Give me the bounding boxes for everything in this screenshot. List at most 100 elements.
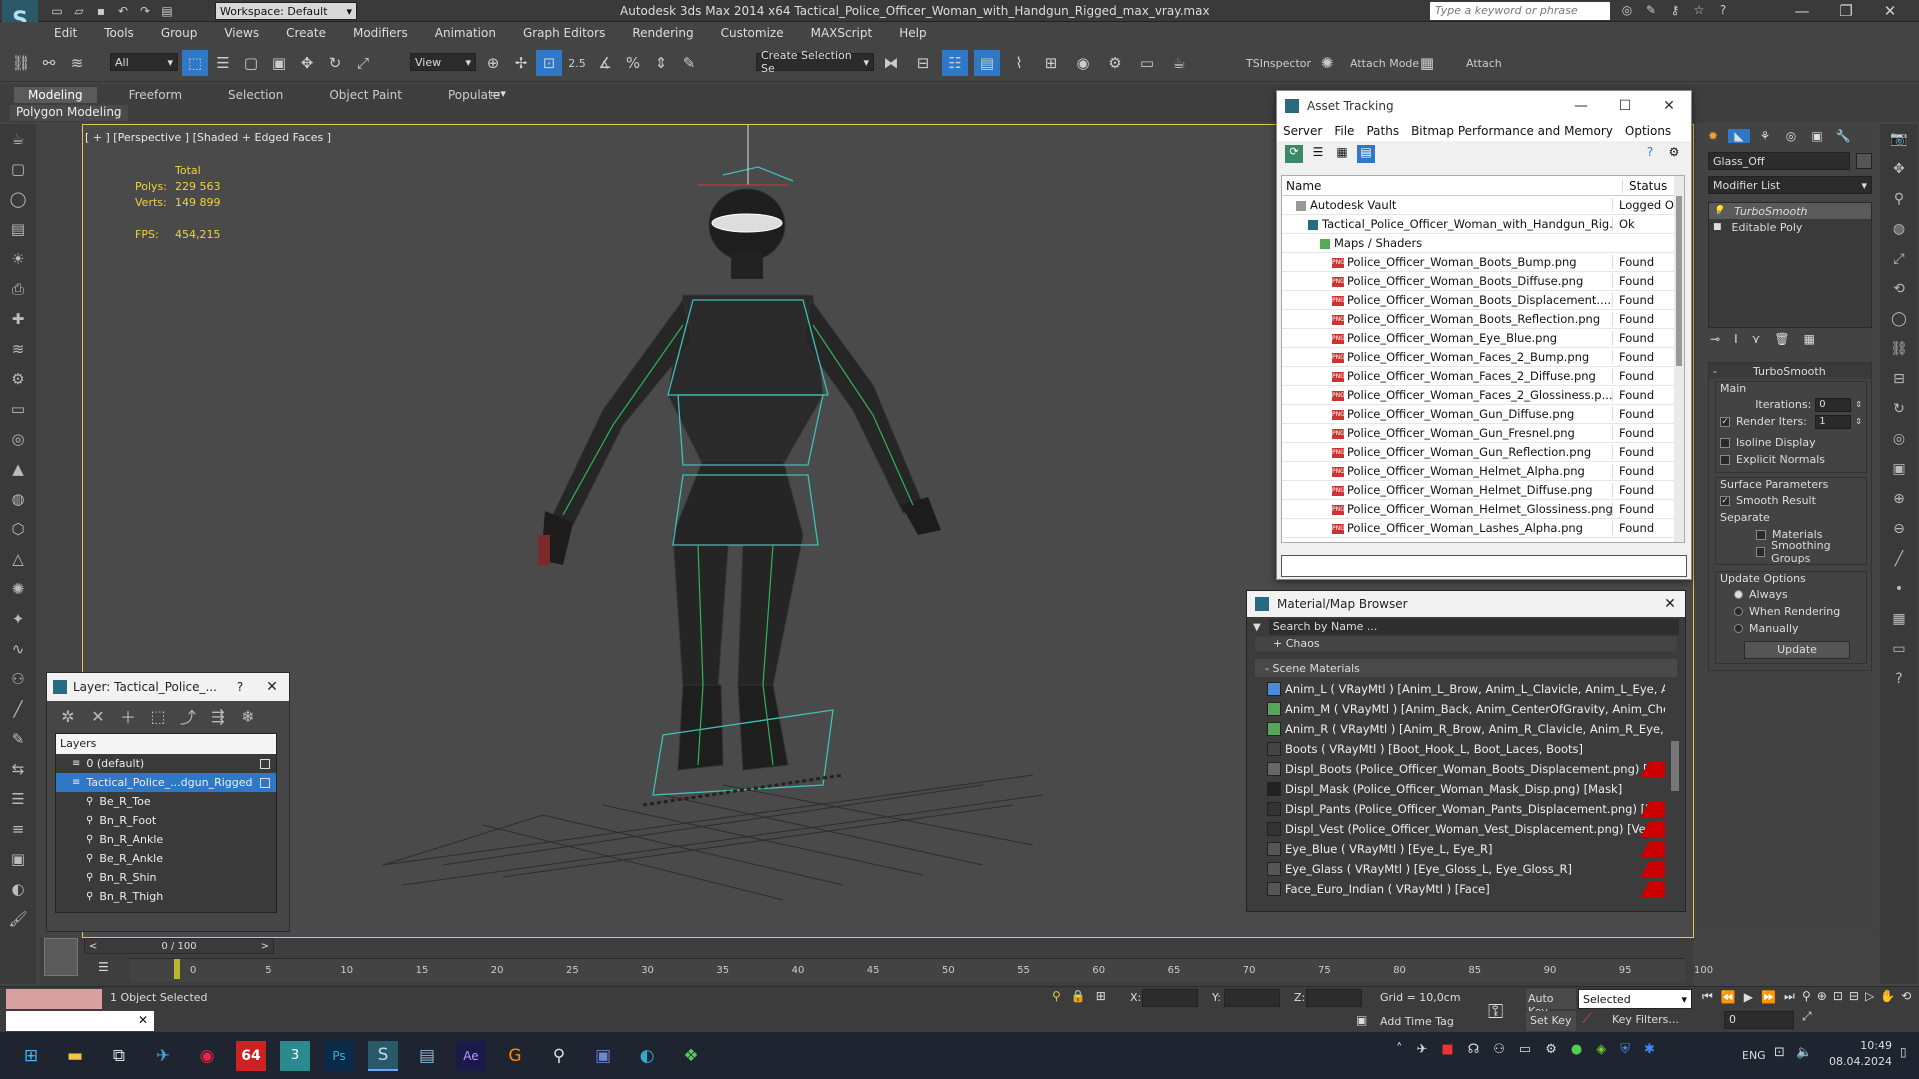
clock-time[interactable]: 10:49 (1826, 1038, 1892, 1054)
table-row[interactable]: Autodesk Vault Logged O (1282, 196, 1684, 215)
list-item[interactable]: Displ_Mask (Police_Officer_Woman_Mask_Di… (1261, 779, 1665, 799)
notepad-icon[interactable]: ▤ (412, 1041, 442, 1071)
remove-modifier-icon[interactable]: 🗑 (1774, 332, 1789, 346)
ribbon-tab-freeform[interactable]: Freeform (115, 87, 196, 103)
help-icon[interactable]: ? (1880, 664, 1918, 694)
manually-radio[interactable] (1734, 624, 1743, 633)
prev-frame-icon[interactable]: < (89, 941, 97, 952)
maximize-viewport-icon[interactable]: ⤢ (1802, 1009, 1812, 1024)
layer-row[interactable]: ⚲ Bn_R_Shin (56, 868, 276, 887)
z-coord-field[interactable] (1306, 989, 1362, 1007)
orbit-icon[interactable]: ⟲ (1901, 989, 1911, 1003)
camera-orbit-icon[interactable]: 📷 (1880, 124, 1918, 154)
windows-start-icon[interactable]: ⊞ (16, 1041, 46, 1071)
track-bar[interactable]: 0 5 10 15 20 25 30 35 40 45 50 55 60 65 70 75 80 85 90 95 10… (130, 958, 1713, 982)
network-icon[interactable]: ⊡ (1774, 1045, 1785, 1060)
table-row[interactable]: Maps / Shaders (1282, 234, 1684, 253)
table-row[interactable]: PNG Police_Officer_Woman_Eye_Blue.png Foun… (1282, 329, 1684, 348)
align-view-icon[interactable]: ⊟ (1880, 364, 1918, 394)
always-radio[interactable] (1734, 590, 1743, 599)
ribbon-tab-object-paint[interactable]: Object Paint (315, 87, 416, 103)
minimize-icon[interactable]: — (1780, 0, 1824, 22)
next-frame-icon[interactable]: > (261, 941, 269, 952)
chaos-group[interactable]: + Chaos (1255, 637, 1677, 651)
asset-menu-file[interactable]: File (1334, 124, 1354, 138)
table-row[interactable]: PNG Police_Officer_Woman_Gun_Fresnel.png F… (1282, 424, 1684, 443)
pyramid-tool-icon[interactable]: △ (0, 544, 36, 574)
lock-selection-icon[interactable]: 🔒 (1071, 989, 1086, 1003)
render-iters-checkbox[interactable]: ✓ (1720, 416, 1730, 427)
bulb-icon[interactable]: 💡 (1713, 206, 1724, 216)
select-by-name-icon[interactable]: ☰ (210, 50, 236, 76)
project-folder-icon[interactable]: ▤ (158, 2, 176, 20)
when-rendering-radio[interactable] (1734, 607, 1743, 616)
layer-row[interactable]: ⚲ Bn_R_Ankle (56, 830, 276, 849)
mini-listener[interactable] (44, 938, 78, 976)
notification-icon[interactable]: ▯ (1900, 1045, 1907, 1059)
menu-maxscript[interactable]: MAXScript (811, 26, 873, 40)
rendered-frame-icon[interactable]: ▭ (1134, 50, 1160, 76)
ribbon-tab-modeling[interactable]: Modeling (14, 87, 97, 103)
timeline-config-icon[interactable]: ☰ (98, 960, 109, 974)
face-icon[interactable]: ▣ (1880, 454, 1918, 484)
after-effects-icon[interactable]: Ae (456, 1040, 486, 1071)
undo-icon[interactable]: ↶ (114, 2, 132, 20)
ring-icon[interactable]: ◯ (1880, 304, 1918, 334)
layer-row[interactable]: ⚲ Be_R_Toe (56, 792, 276, 811)
tray-headset-icon[interactable]: ☊ (1468, 1042, 1480, 1057)
named-selection-dropdown[interactable]: Create Selection Se ▾ (756, 49, 874, 75)
x-coord-field[interactable] (1142, 989, 1198, 1007)
sphere-tool-icon[interactable]: ◯ (0, 184, 36, 214)
zoom-extents-icon[interactable]: ⊡ (1833, 989, 1843, 1003)
list-item[interactable]: Displ_Boots (Police_Officer_Woman_Boots_… (1261, 759, 1665, 779)
reference-coord-dropdown[interactable]: View ▾ (410, 53, 476, 71)
tools-icon[interactable]: ✎ (1642, 1, 1660, 19)
table-view-icon[interactable]: ▦ (1333, 145, 1351, 163)
task-view-icon[interactable]: ⧉ (104, 1041, 134, 1071)
object-name-field[interactable]: Glass_Off (1708, 152, 1850, 170)
update-button[interactable]: Update (1744, 641, 1850, 659)
scene-tool-icon[interactable]: ☰ (0, 784, 36, 814)
scene-materials-header[interactable]: - Scene Materials (1255, 659, 1677, 677)
object-color-swatch[interactable] (1856, 153, 1872, 169)
bind-spacewarp-icon[interactable]: ≋ (64, 50, 90, 76)
table-row[interactable]: PNG Police_Officer_Woman_Gun_Reflection.p… (1282, 443, 1684, 462)
table-row[interactable]: Tactical_Police_Officer_Woman_with_Handg… (1282, 215, 1684, 234)
tray-telegram-icon[interactable]: ✈ (1417, 1042, 1428, 1057)
3dsmax-active-icon[interactable]: S (368, 1040, 398, 1071)
restore-icon[interactable]: ❐ (1824, 0, 1868, 22)
tray-nvidia-icon[interactable]: ◈ (1596, 1042, 1606, 1057)
table-row[interactable]: PNG Police_Officer_Woman_Lashes_Alpha.png… (1282, 519, 1684, 538)
menu-create[interactable]: Create (286, 26, 326, 40)
motion-tab-icon[interactable]: ◎ (1780, 129, 1802, 143)
material-editor-icon[interactable]: ◉ (1070, 50, 1096, 76)
grid-view-icon[interactable]: ▤ (1357, 145, 1375, 163)
freeze-all-layers-icon[interactable]: ❄ (233, 703, 263, 729)
table-row[interactable]: PNG Police_Officer_Woman_Boots_Reflection… (1282, 310, 1684, 329)
select-object-icon[interactable]: ⬚ (182, 50, 208, 76)
rect-selection-icon[interactable]: ▢ (238, 50, 264, 76)
asset-menu-options[interactable]: Options (1625, 124, 1671, 138)
close-icon[interactable]: ✕ (138, 1013, 148, 1027)
app-green-icon[interactable]: ❖ (676, 1041, 706, 1071)
layer-row[interactable]: ≡ 0 (default) (56, 754, 276, 773)
configure-sets-icon[interactable]: ▦ (1804, 332, 1815, 346)
spin-icon[interactable]: ◍ (1880, 214, 1918, 244)
layer-row[interactable]: ⚲ Bn_R_Thigh (56, 887, 276, 906)
maxscript-mini-input[interactable]: ✕ (6, 1011, 154, 1031)
zoom-all-icon[interactable]: ⊕ (1817, 989, 1827, 1003)
search-input[interactable]: Type a keyword or phrase (1430, 2, 1610, 20)
table-row[interactable]: PNG Police_Officer_Woman_Faces_2_Bump.png… (1282, 348, 1684, 367)
paint-tool-icon[interactable]: ✎ (0, 724, 36, 754)
poly-icon[interactable]: ▦ (1880, 604, 1918, 634)
list-item[interactable]: Face_Euro_Indian ( VRayMtl ) [Face] (1261, 879, 1665, 899)
helper-tool-icon[interactable]: ✚ (0, 304, 36, 334)
align-icon[interactable]: ⊟ (910, 50, 936, 76)
hide-all-layers-icon[interactable]: ⇶ (203, 703, 233, 729)
table-row[interactable]: PNG Police_Officer_Woman_Helmet_Glossines… (1282, 500, 1684, 519)
bone-tool-icon[interactable]: ╱ (0, 694, 36, 724)
zoom-extents-all-icon[interactable]: ⊟ (1849, 989, 1859, 1003)
table-row[interactable]: PNG Police_Officer_Woman_Faces_2_Glossine… (1282, 386, 1684, 405)
rotate-icon[interactable]: ↻ (322, 50, 348, 76)
pin-stack-icon[interactable]: ⊸ (1710, 332, 1720, 346)
